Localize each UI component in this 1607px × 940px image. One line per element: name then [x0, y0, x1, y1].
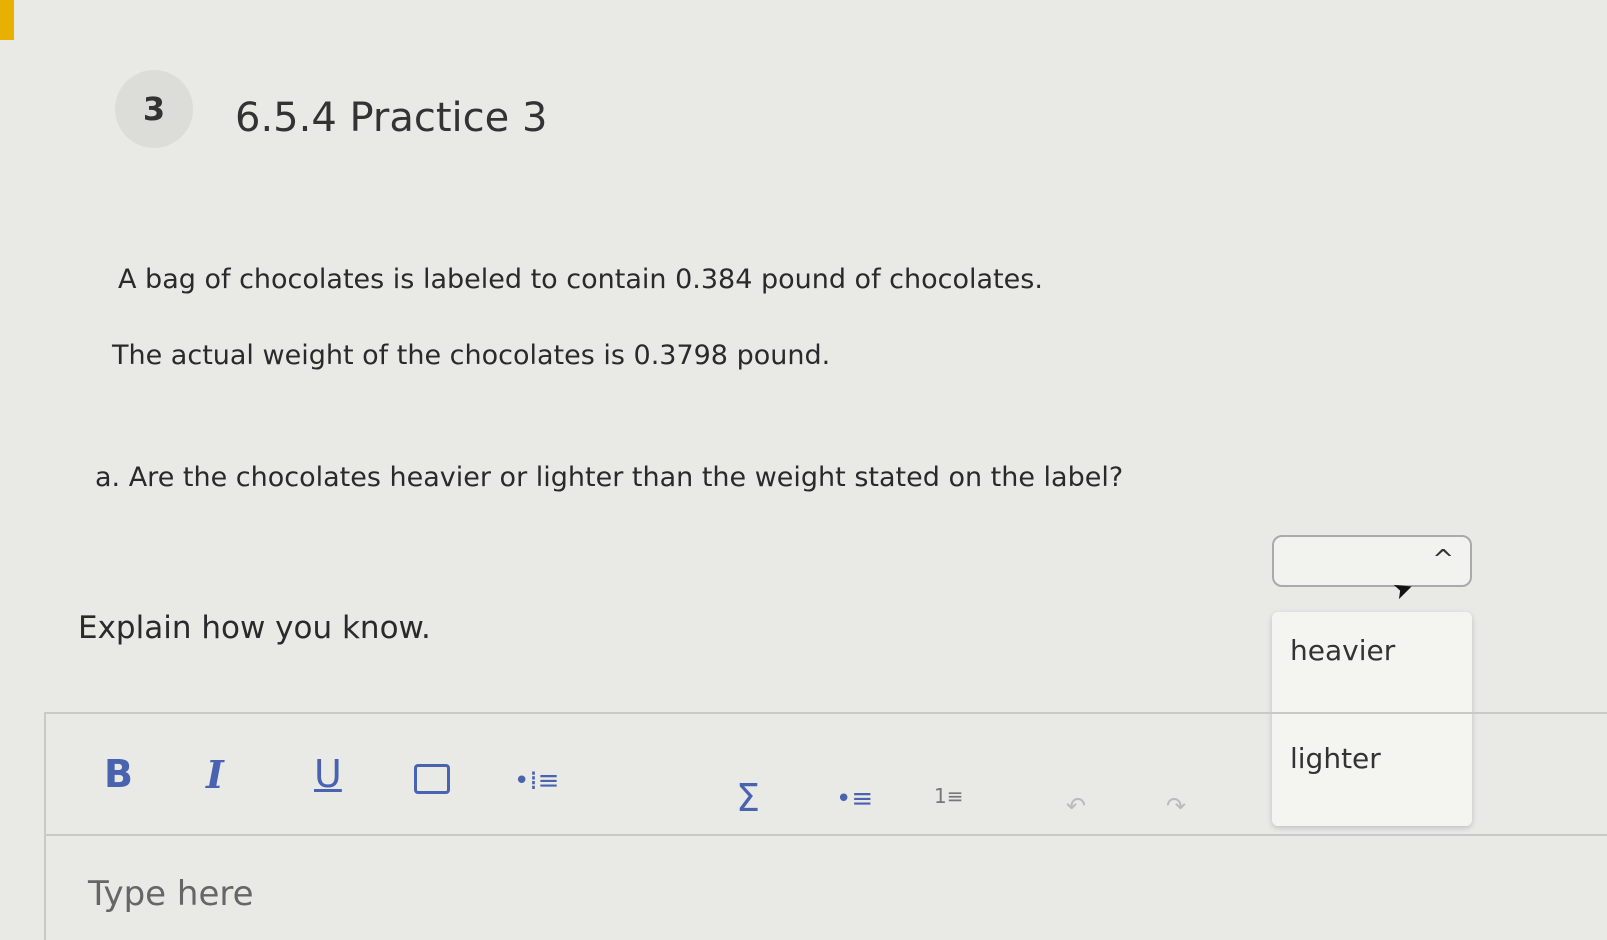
- question-number-badge: 3: [115, 70, 193, 148]
- prompt-part-a: a. Are the chocolates heavier or lighter…: [95, 462, 1124, 493]
- editor-placeholder: Type here: [88, 874, 254, 914]
- numbered-list-icon[interactable]: 1≡: [934, 784, 963, 808]
- chevron-up-icon: ^: [1432, 545, 1454, 575]
- dropdown-option-heavier[interactable]: heavier: [1290, 634, 1395, 667]
- sigma-icon[interactable]: Σ: [736, 776, 760, 820]
- accent-strip: [0, 0, 14, 40]
- bold-button[interactable]: B: [104, 752, 133, 796]
- indent-icon[interactable]: •⁞≡: [514, 766, 559, 796]
- question-title: 6.5.4 Practice 3: [235, 95, 548, 141]
- prompt-line-2: The actual weight of the chocolates is 0…: [112, 340, 831, 371]
- response-editor[interactable]: B I U •⁞≡ Σ •≡ 1≡ ↶ ↷ Type here: [44, 712, 1607, 940]
- underline-button[interactable]: U: [314, 752, 342, 796]
- prompt-line-1: A bag of chocolates is labeled to contai…: [118, 264, 1043, 295]
- italic-button[interactable]: I: [206, 752, 224, 797]
- redo-icon[interactable]: ↷: [1166, 792, 1186, 820]
- bulleted-list-icon[interactable]: •≡: [836, 784, 873, 814]
- prompt-explain: Explain how you know.: [78, 610, 431, 646]
- image-icon[interactable]: [414, 764, 450, 794]
- answer-dropdown[interactable]: ^: [1272, 535, 1472, 587]
- toolbar-divider: [46, 834, 1607, 836]
- undo-icon[interactable]: ↶: [1066, 792, 1086, 820]
